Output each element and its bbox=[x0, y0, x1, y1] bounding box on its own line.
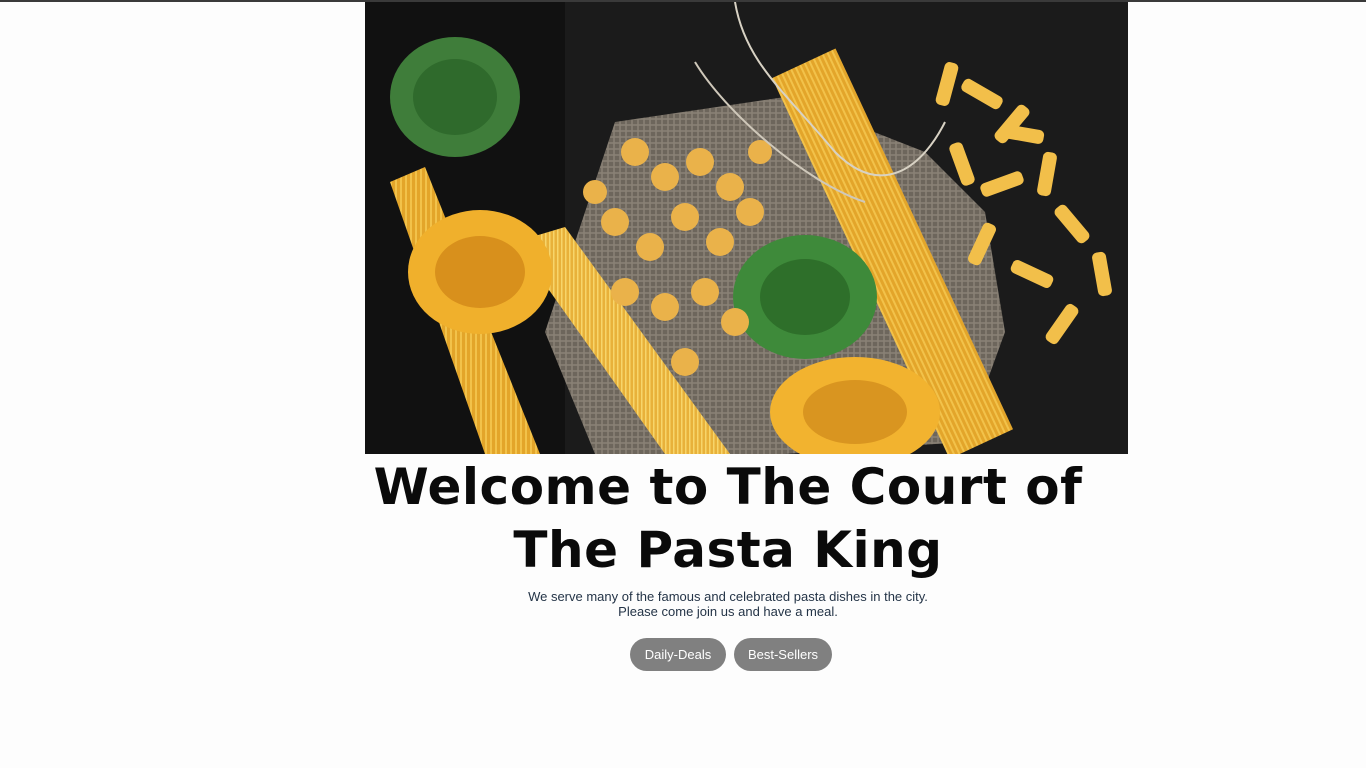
subtitle-line-1: We serve many of the famous and celebrat… bbox=[528, 589, 928, 604]
page-title: Welcome to The Court of The Pasta King bbox=[373, 458, 1083, 579]
pasta-photo bbox=[365, 2, 1128, 454]
hero-image bbox=[365, 2, 1128, 454]
best-sellers-button[interactable]: Best-Sellers bbox=[734, 638, 832, 671]
button-group: Daily-Deals Best-Sellers bbox=[630, 638, 832, 671]
subtitle-line-2: Please come join us and have a meal. bbox=[618, 604, 838, 619]
daily-deals-button[interactable]: Daily-Deals bbox=[630, 638, 726, 671]
subtitle: We serve many of the famous and celebrat… bbox=[430, 589, 1026, 619]
